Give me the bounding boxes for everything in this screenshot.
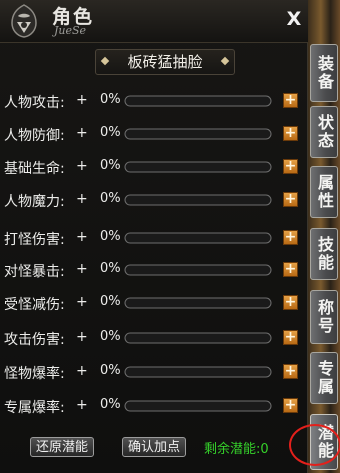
add-point-button[interactable]: + [283,330,298,345]
attribute-plus-sign: + [76,92,88,108]
attribute-percent: 0% [100,125,121,140]
add-point-button[interactable]: + [283,364,298,379]
attribute-row: 专属爆率: + 0% + [0,395,308,419]
attribute-plus-sign: + [76,329,88,345]
attribute-progress-bar [124,332,272,344]
attribute-label: 打怪伤害: [4,232,65,248]
attribute-label: 人物魔力: [4,194,65,210]
diamond-right-icon [220,56,230,66]
attribute-percent: 0% [100,329,121,344]
attribute-progress-bar [124,95,272,107]
add-point-button[interactable]: + [283,93,298,108]
reset-potential-button[interactable]: 还原潜能 [30,437,94,457]
add-point-button[interactable]: + [283,126,298,141]
player-name-banner: 板砖猛抽脸 [95,49,235,75]
attribute-progress-bar [124,400,272,412]
attribute-label: 基础生命: [4,161,65,177]
attribute-percent: 0% [100,92,121,107]
attribute-label: 专属爆率: [4,400,65,416]
tab-potential[interactable]: 潜能 [310,414,338,470]
player-name: 板砖猛抽脸 [127,53,203,71]
remaining-potential-label: 剩余潜能: [204,442,261,457]
remaining-potential-value: 0 [260,442,269,457]
add-point-button[interactable]: + [283,192,298,207]
diamond-left-icon [100,56,110,66]
attribute-label: 怪物爆率: [4,366,65,382]
attribute-plus-sign: + [76,261,88,277]
tab-skills[interactable]: 技能 [310,228,338,280]
attribute-progress-bar [124,128,272,140]
close-button[interactable]: X [284,9,304,29]
attribute-label: 攻击伤害: [4,332,65,348]
tab-equipment[interactable]: 装备 [310,44,338,102]
add-point-button[interactable]: + [283,230,298,245]
attribute-percent: 0% [100,397,121,412]
attribute-row: 人物攻击: + 0% + [0,90,308,114]
add-point-button[interactable]: + [283,262,298,277]
attribute-progress-bar [124,297,272,309]
panel-header: 角色 JueSe X [0,0,308,43]
attribute-row: 攻击伤害: + 0% + [0,327,308,351]
attribute-row: 基础生命: + 0% + [0,156,308,180]
attribute-row: 怪物爆率: + 0% + [0,361,308,385]
attribute-progress-bar [124,232,272,244]
confirm-points-button[interactable]: 确认加点 [122,437,186,457]
attribute-plus-sign: + [76,191,88,207]
attribute-row: 受怪减伤: + 0% + [0,292,308,316]
attribute-label: 受怪减伤: [4,297,65,313]
attribute-progress-bar [124,366,272,378]
remaining-potential: 剩余潜能:0 [204,438,269,457]
attribute-row: 人物魔力: + 0% + [0,189,308,213]
panel-subtitle: JueSe [54,24,87,37]
tab-titles[interactable]: 称号 [310,290,338,344]
character-emblem-icon [11,4,37,38]
attribute-percent: 0% [100,363,121,378]
attribute-plus-sign: + [76,294,88,310]
attribute-percent: 0% [100,191,121,206]
tab-status[interactable]: 状态 [310,106,338,158]
attribute-label: 人物防御: [4,128,65,144]
attribute-label: 对怪暴击: [4,264,65,280]
character-panel: 角色 JueSe X 板砖猛抽脸 人物攻击: + 0% + 人物防御: + 0%… [0,0,308,473]
add-point-button[interactable]: + [283,295,298,310]
attribute-row: 对怪暴击: + 0% + [0,259,308,283]
attribute-row: 人物防御: + 0% + [0,123,308,147]
attribute-progress-bar [124,194,272,206]
attribute-percent: 0% [100,229,121,244]
attribute-label: 人物攻击: [4,95,65,111]
tab-attributes[interactable]: 属性 [310,166,338,218]
attribute-percent: 0% [100,158,121,173]
attribute-row: 打怪伤害: + 0% + [0,227,308,251]
attribute-plus-sign: + [76,125,88,141]
attribute-plus-sign: + [76,158,88,174]
tab-exclusive[interactable]: 专属 [310,352,338,404]
attribute-percent: 0% [100,261,121,276]
attribute-progress-bar [124,264,272,276]
attribute-plus-sign: + [76,397,88,413]
attribute-plus-sign: + [76,363,88,379]
attribute-plus-sign: + [76,229,88,245]
add-point-button[interactable]: + [283,159,298,174]
add-point-button[interactable]: + [283,398,298,413]
attribute-percent: 0% [100,294,121,309]
attribute-progress-bar [124,161,272,173]
